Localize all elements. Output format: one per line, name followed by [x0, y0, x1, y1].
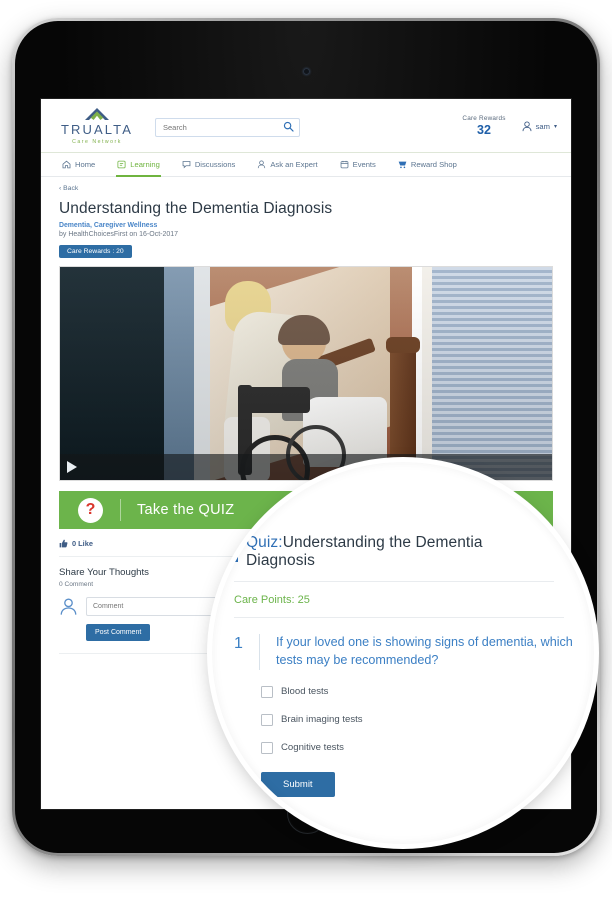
care-points: Care Points: 25	[234, 582, 564, 618]
calendar-icon	[340, 160, 348, 169]
divider	[120, 499, 121, 521]
nav-label-events: Events	[352, 160, 376, 169]
quiz-option-label: Blood tests	[281, 686, 329, 698]
nav-label-discussions: Discussions	[194, 160, 236, 169]
user-name: sam	[535, 122, 550, 131]
checkbox-icon[interactable]	[261, 713, 273, 726]
video-player[interactable]	[59, 266, 553, 481]
video-controls[interactable]	[60, 454, 552, 480]
mountain-icon	[85, 108, 109, 120]
quiz-modal-title: Quiz:Understanding the Dementia Diagnosi…	[246, 534, 554, 570]
nav-item-home[interactable]: Home	[51, 153, 106, 176]
video-thumbnail	[60, 267, 552, 480]
back-link[interactable]: ‹ Back	[59, 185, 553, 192]
thumbs-up-icon	[59, 539, 68, 548]
care-rewards: Care Rewards 32	[462, 115, 505, 139]
nav-label-home: Home	[75, 160, 96, 169]
site-header: TRUALTA Care Network Care Rewards 32	[41, 99, 571, 153]
quiz-question: 1 If your loved one is showing signs of …	[234, 618, 586, 670]
nav-item-ask-an-expert[interactable]: Ask an Expert	[246, 153, 328, 176]
expert-icon	[258, 160, 266, 169]
quiz-option[interactable]: Brain imaging tests	[261, 713, 586, 726]
camera-dot-icon	[302, 68, 310, 75]
reward-badge: Care Rewards : 20	[59, 245, 132, 258]
user-avatar-icon	[60, 598, 77, 615]
search-input[interactable]	[155, 117, 300, 137]
nav-item-discussions[interactable]: Discussions	[171, 153, 247, 176]
post-comment-button[interactable]: Post Comment	[86, 624, 151, 641]
checkbox-icon[interactable]	[261, 741, 273, 754]
learning-icon	[117, 160, 126, 169]
quiz-modal-header: Quiz:Understanding the Dementia Diagnosi…	[234, 534, 554, 582]
checkbox-icon[interactable]	[261, 685, 273, 698]
submit-button[interactable]: Submit	[261, 771, 335, 797]
search-box[interactable]	[155, 117, 300, 137]
magnifier-circle: Quiz:Understanding the Dementia Diagnosi…	[212, 462, 594, 844]
home-icon	[62, 160, 71, 169]
cart-icon	[398, 161, 407, 169]
nav-label-reward-shop: Reward Shop	[410, 160, 457, 169]
nav-label-learning: Learning	[130, 160, 160, 169]
take-quiz-label: Take the QUIZ	[137, 502, 235, 518]
care-rewards-value: 32	[477, 123, 491, 138]
care-rewards-label: Care Rewards	[462, 114, 506, 122]
question-text: If your loved one is showing signs of de…	[276, 635, 573, 667]
main-nav: Home Learning Discussions Ask an Expert …	[41, 153, 571, 177]
site-logo[interactable]: TRUALTA Care Network	[55, 108, 139, 145]
question-number: 1	[234, 635, 243, 652]
user-menu[interactable]: sam ▾	[522, 121, 557, 132]
article-tags[interactable]: Dementia, Caregiver Wellness	[59, 222, 553, 229]
accent-bar	[234, 542, 238, 562]
quiz-options: Blood tests Brain imaging tests Cognitiv…	[261, 685, 586, 754]
quiz-option-label: Cognitive tests	[281, 742, 344, 754]
nav-item-events[interactable]: Events	[329, 153, 387, 176]
search-icon[interactable]	[283, 121, 294, 132]
like-label: 0 Like	[72, 539, 93, 548]
nav-item-learning[interactable]: Learning	[106, 153, 171, 177]
divider	[259, 634, 260, 670]
logo-tagline: Care Network	[72, 139, 122, 145]
article-byline: by HealthChoicesFirst on 16-Oct-2017	[59, 231, 179, 238]
question-mark-icon: ?	[78, 497, 103, 523]
logo-wordmark: TRUALTA	[60, 122, 133, 137]
nav-item-reward-shop[interactable]: Reward Shop	[387, 153, 468, 176]
quiz-option-label: Brain imaging tests	[281, 714, 363, 726]
quiz-modal: Quiz:Understanding the Dementia Diagnosi…	[234, 534, 586, 797]
page-title: Understanding the Dementia Diagnosis	[59, 200, 333, 217]
header-right: Care Rewards 32 sam ▾	[462, 115, 557, 139]
discussions-icon	[182, 161, 191, 169]
nav-label-ask-an-expert: Ask an Expert	[270, 160, 318, 169]
play-icon[interactable]	[67, 461, 77, 473]
user-icon	[522, 121, 532, 132]
quiz-option[interactable]: Cognitive tests	[261, 741, 586, 754]
quiz-option[interactable]: Blood tests	[261, 685, 586, 698]
chevron-down-icon: ▾	[553, 124, 557, 130]
quiz-label: Quiz:	[246, 534, 283, 551]
